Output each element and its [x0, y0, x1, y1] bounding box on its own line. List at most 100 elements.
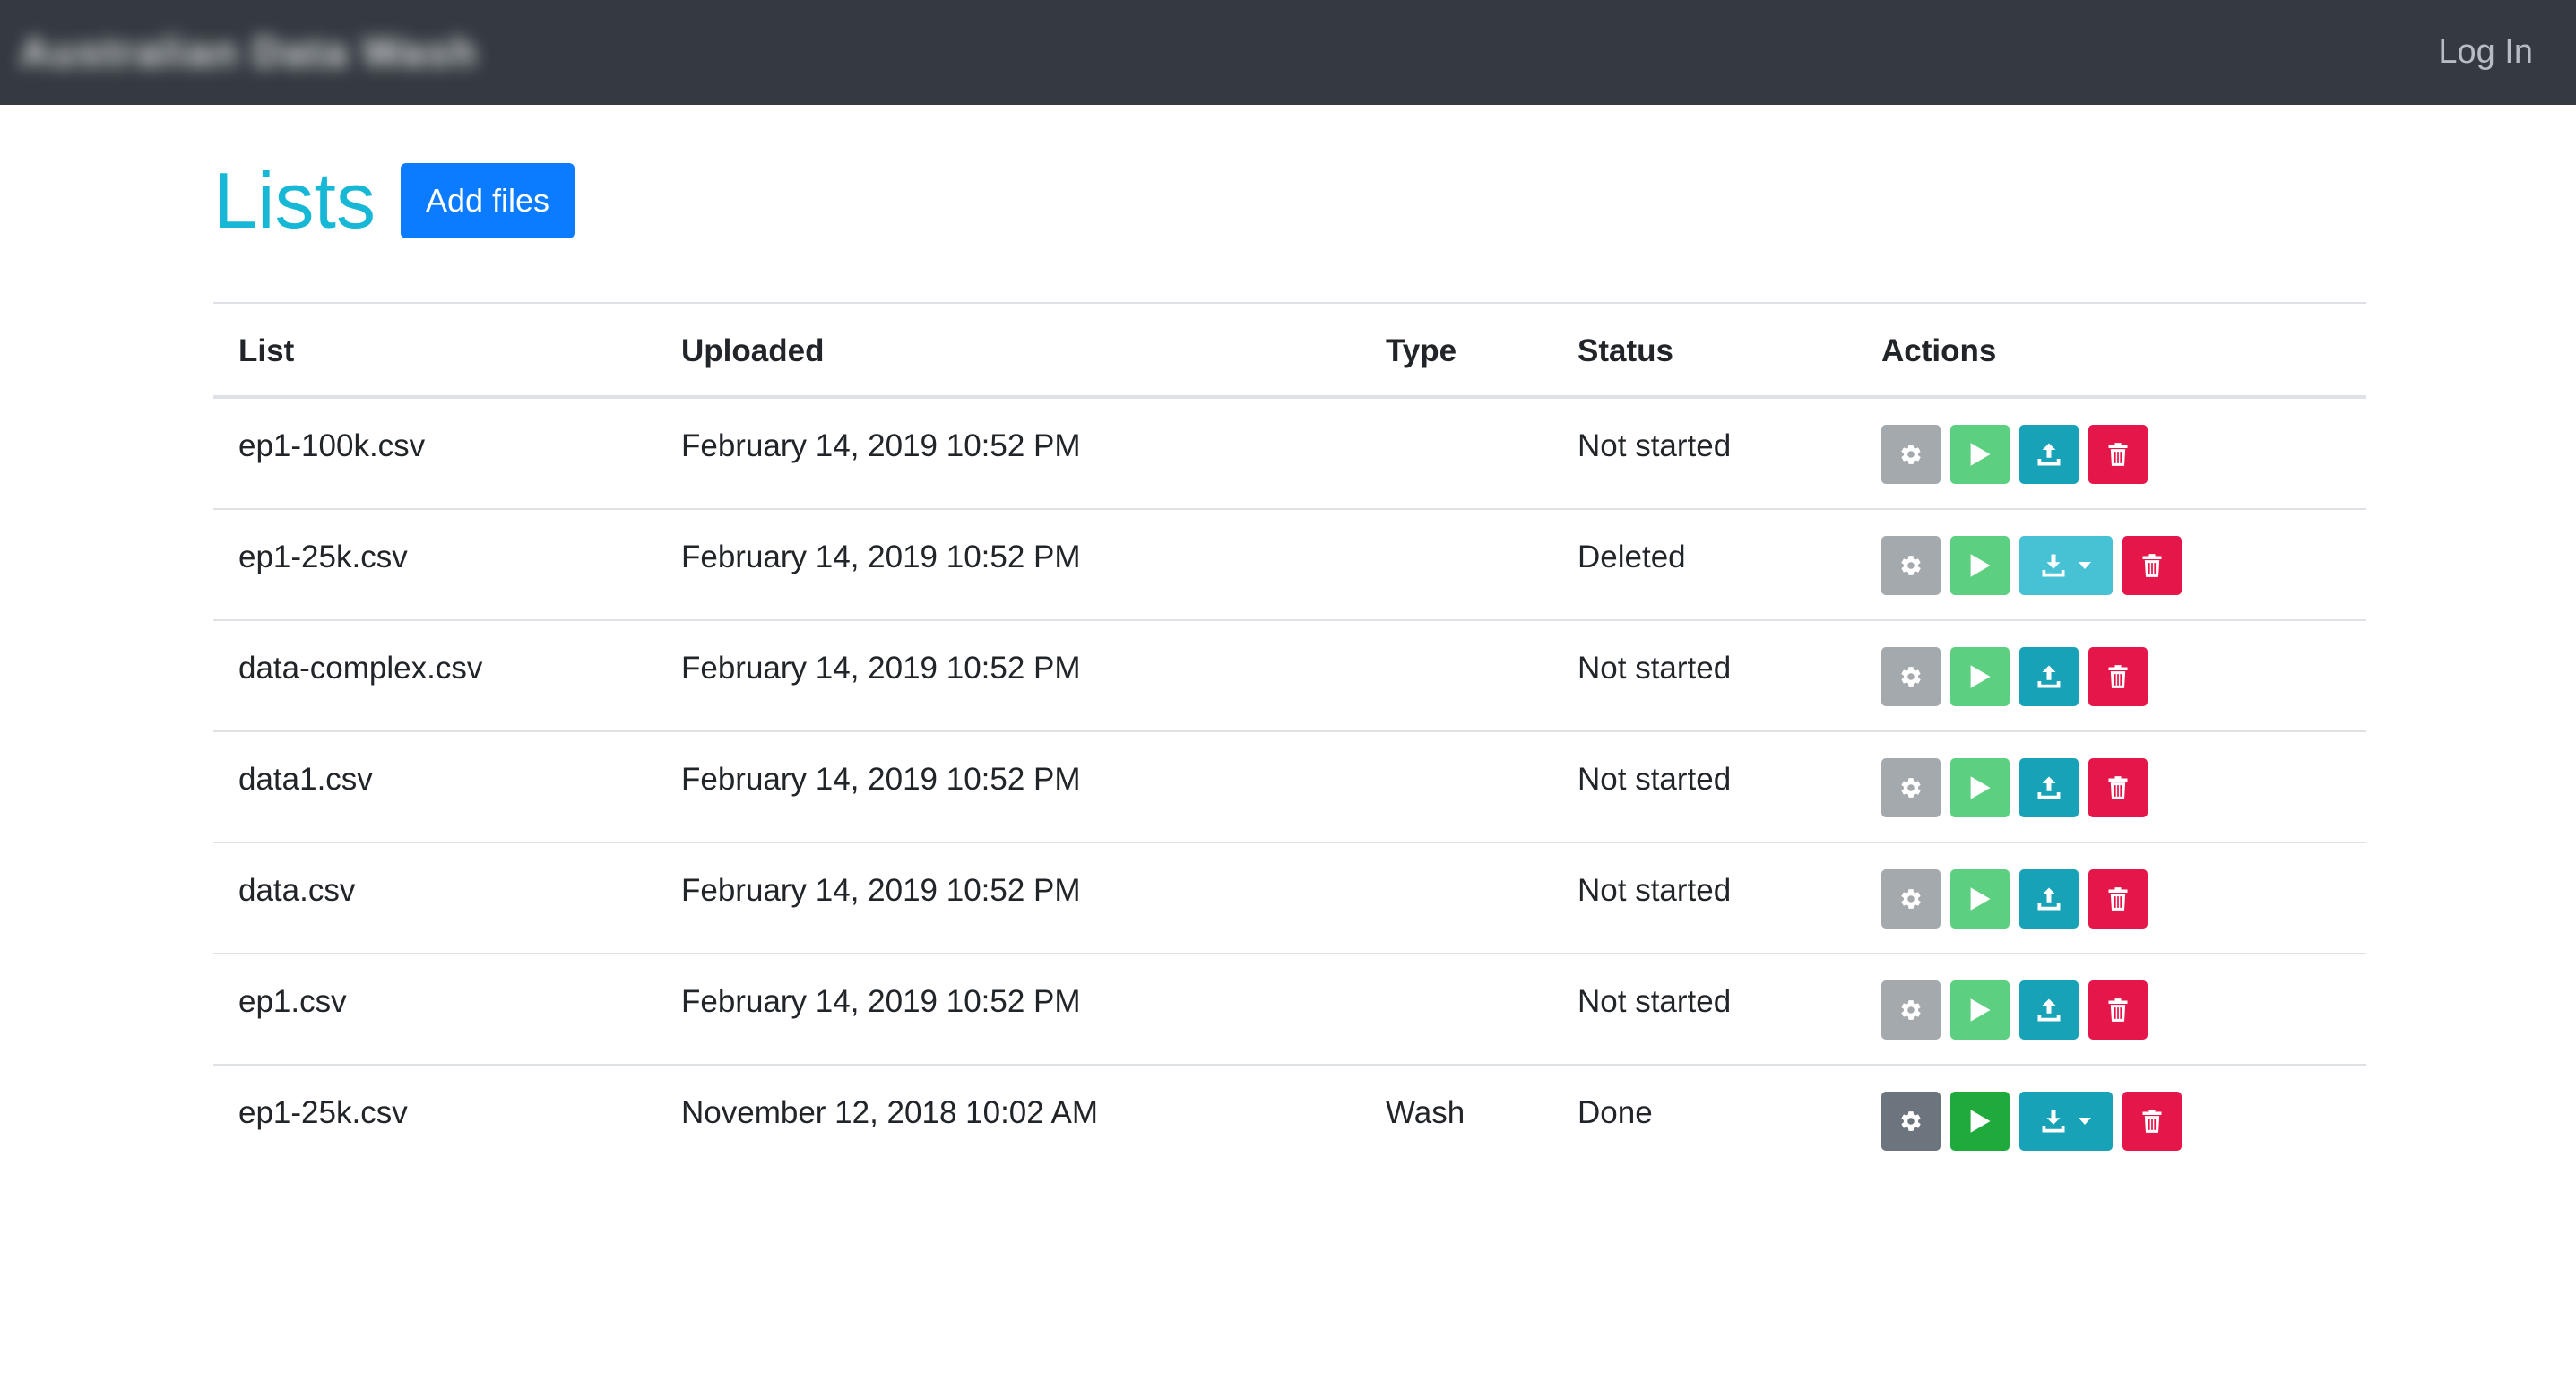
delete-button[interactable]	[2088, 980, 2148, 1040]
run-button[interactable]	[1950, 536, 2010, 595]
download-icon	[2040, 552, 2067, 579]
table-header: List Uploaded Type Status Actions	[213, 302, 2366, 399]
header-list: List	[238, 333, 295, 368]
uploaded-date-cell: February 14, 2019 10:52 PM	[681, 984, 1081, 1019]
settings-button[interactable]	[1881, 425, 1941, 484]
caret-down-icon	[2078, 1117, 2092, 1126]
gear-icon	[1899, 1110, 1923, 1133]
login-link[interactable]: Log In	[2438, 27, 2533, 77]
download-dropdown-button[interactable]	[2019, 1092, 2113, 1151]
upload-icon	[2036, 774, 2062, 801]
row-actions	[1881, 869, 2148, 929]
play-icon	[1967, 997, 1993, 1024]
row-actions	[1881, 536, 2182, 595]
list-name-cell: ep1-100k.csv	[238, 428, 426, 463]
gear-icon	[1899, 887, 1923, 911]
delete-button[interactable]	[2088, 869, 2148, 929]
page-title: Lists	[213, 156, 376, 245]
table-row: data1.csv February 14, 2019 10:52 PM Not s…	[213, 732, 2366, 843]
uploaded-date-cell: November 12, 2018 10:02 AM	[681, 1095, 1099, 1130]
type-cell: Wash	[1386, 1095, 1465, 1130]
delete-button[interactable]	[2088, 647, 2148, 706]
gear-icon	[1899, 443, 1923, 466]
row-actions	[1881, 980, 2148, 1040]
download-icon	[2040, 1108, 2067, 1135]
run-button[interactable]	[1950, 647, 2010, 706]
gear-icon	[1899, 998, 1923, 1022]
run-button[interactable]	[1950, 869, 2010, 929]
list-name-cell: ep1.csv	[238, 984, 347, 1019]
table-row: ep1-25k.csv February 14, 2019 10:52 PM Del…	[213, 510, 2366, 621]
play-icon	[1967, 1108, 1993, 1135]
list-name-cell: data-complex.csv	[238, 651, 483, 686]
row-actions	[1881, 1092, 2182, 1151]
brand-name: Australian Data Wash	[20, 29, 479, 75]
row-actions	[1881, 425, 2148, 484]
lists-table: List Uploaded Type Status Actions ep1-10…	[213, 302, 2366, 1177]
delete-button[interactable]	[2122, 536, 2182, 595]
delete-button[interactable]	[2122, 1092, 2182, 1151]
trash-icon	[2107, 442, 2129, 467]
play-icon	[1967, 774, 1993, 801]
upload-button[interactable]	[2019, 758, 2079, 817]
list-name-cell: data.csv	[238, 873, 356, 908]
list-name-cell: ep1-25k.csv	[238, 540, 408, 574]
row-actions	[1881, 647, 2148, 706]
settings-button[interactable]	[1881, 647, 1941, 706]
run-button[interactable]	[1950, 980, 2010, 1040]
trash-icon	[2107, 886, 2129, 911]
upload-icon	[2036, 997, 2062, 1024]
download-dropdown-button[interactable]	[2019, 536, 2113, 595]
play-icon	[1967, 663, 1993, 690]
settings-button[interactable]	[1881, 980, 1941, 1040]
play-icon	[1967, 441, 1993, 468]
trash-icon	[2107, 664, 2129, 689]
uploaded-date-cell: February 14, 2019 10:52 PM	[681, 651, 1081, 686]
run-button[interactable]	[1950, 425, 2010, 484]
upload-button[interactable]	[2019, 869, 2079, 929]
trash-icon	[2141, 553, 2163, 578]
header-status: Status	[1578, 333, 1673, 368]
header-type: Type	[1386, 333, 1457, 368]
list-name-cell: data1.csv	[238, 762, 373, 797]
uploaded-date-cell: February 14, 2019 10:52 PM	[681, 540, 1081, 574]
table-body: ep1-100k.csv February 14, 2019 10:52 PM No…	[213, 399, 2366, 1177]
header-actions: Actions	[1881, 333, 1997, 368]
upload-button[interactable]	[2019, 980, 2079, 1040]
play-icon	[1967, 885, 1993, 912]
status-cell: Not started	[1578, 762, 1732, 797]
trash-icon	[2107, 998, 2129, 1023]
row-actions	[1881, 758, 2148, 817]
top-navbar: Australian Data Wash Log In	[0, 0, 2576, 105]
brand-logo[interactable]: Australian Data Wash	[20, 27, 476, 77]
settings-button[interactable]	[1881, 758, 1941, 817]
upload-button[interactable]	[2019, 647, 2079, 706]
table-row: ep1.csv February 14, 2019 10:52 PM Not sta…	[213, 954, 2366, 1066]
upload-icon	[2036, 441, 2062, 468]
gear-icon	[1899, 776, 1923, 799]
settings-button[interactable]	[1881, 536, 1941, 595]
status-cell: Not started	[1578, 651, 1732, 686]
caret-down-icon	[2078, 561, 2092, 570]
gear-icon	[1899, 665, 1923, 688]
trash-icon	[2141, 1109, 2163, 1134]
upload-button[interactable]	[2019, 425, 2079, 484]
status-cell: Not started	[1578, 984, 1732, 1019]
upload-icon	[2036, 885, 2062, 912]
run-button[interactable]	[1950, 1092, 2010, 1151]
status-cell: Not started	[1578, 428, 1732, 463]
delete-button[interactable]	[2088, 758, 2148, 817]
upload-icon	[2036, 663, 2062, 690]
add-files-button[interactable]: Add files	[401, 163, 575, 238]
uploaded-date-cell: February 14, 2019 10:52 PM	[681, 873, 1081, 908]
settings-button[interactable]	[1881, 869, 1941, 929]
table-row: data.csv February 14, 2019 10:52 PM Not st…	[213, 843, 2366, 954]
uploaded-date-cell: February 14, 2019 10:52 PM	[681, 762, 1081, 797]
delete-button[interactable]	[2088, 425, 2148, 484]
header-uploaded: Uploaded	[681, 333, 825, 368]
settings-button[interactable]	[1881, 1092, 1941, 1151]
play-icon	[1967, 552, 1993, 579]
run-button[interactable]	[1950, 758, 2010, 817]
table-row: ep1-25k.csv November 12, 2018 10:02 AM Was…	[213, 1066, 2366, 1177]
table-row: ep1-100k.csv February 14, 2019 10:52 PM No…	[213, 399, 2366, 510]
